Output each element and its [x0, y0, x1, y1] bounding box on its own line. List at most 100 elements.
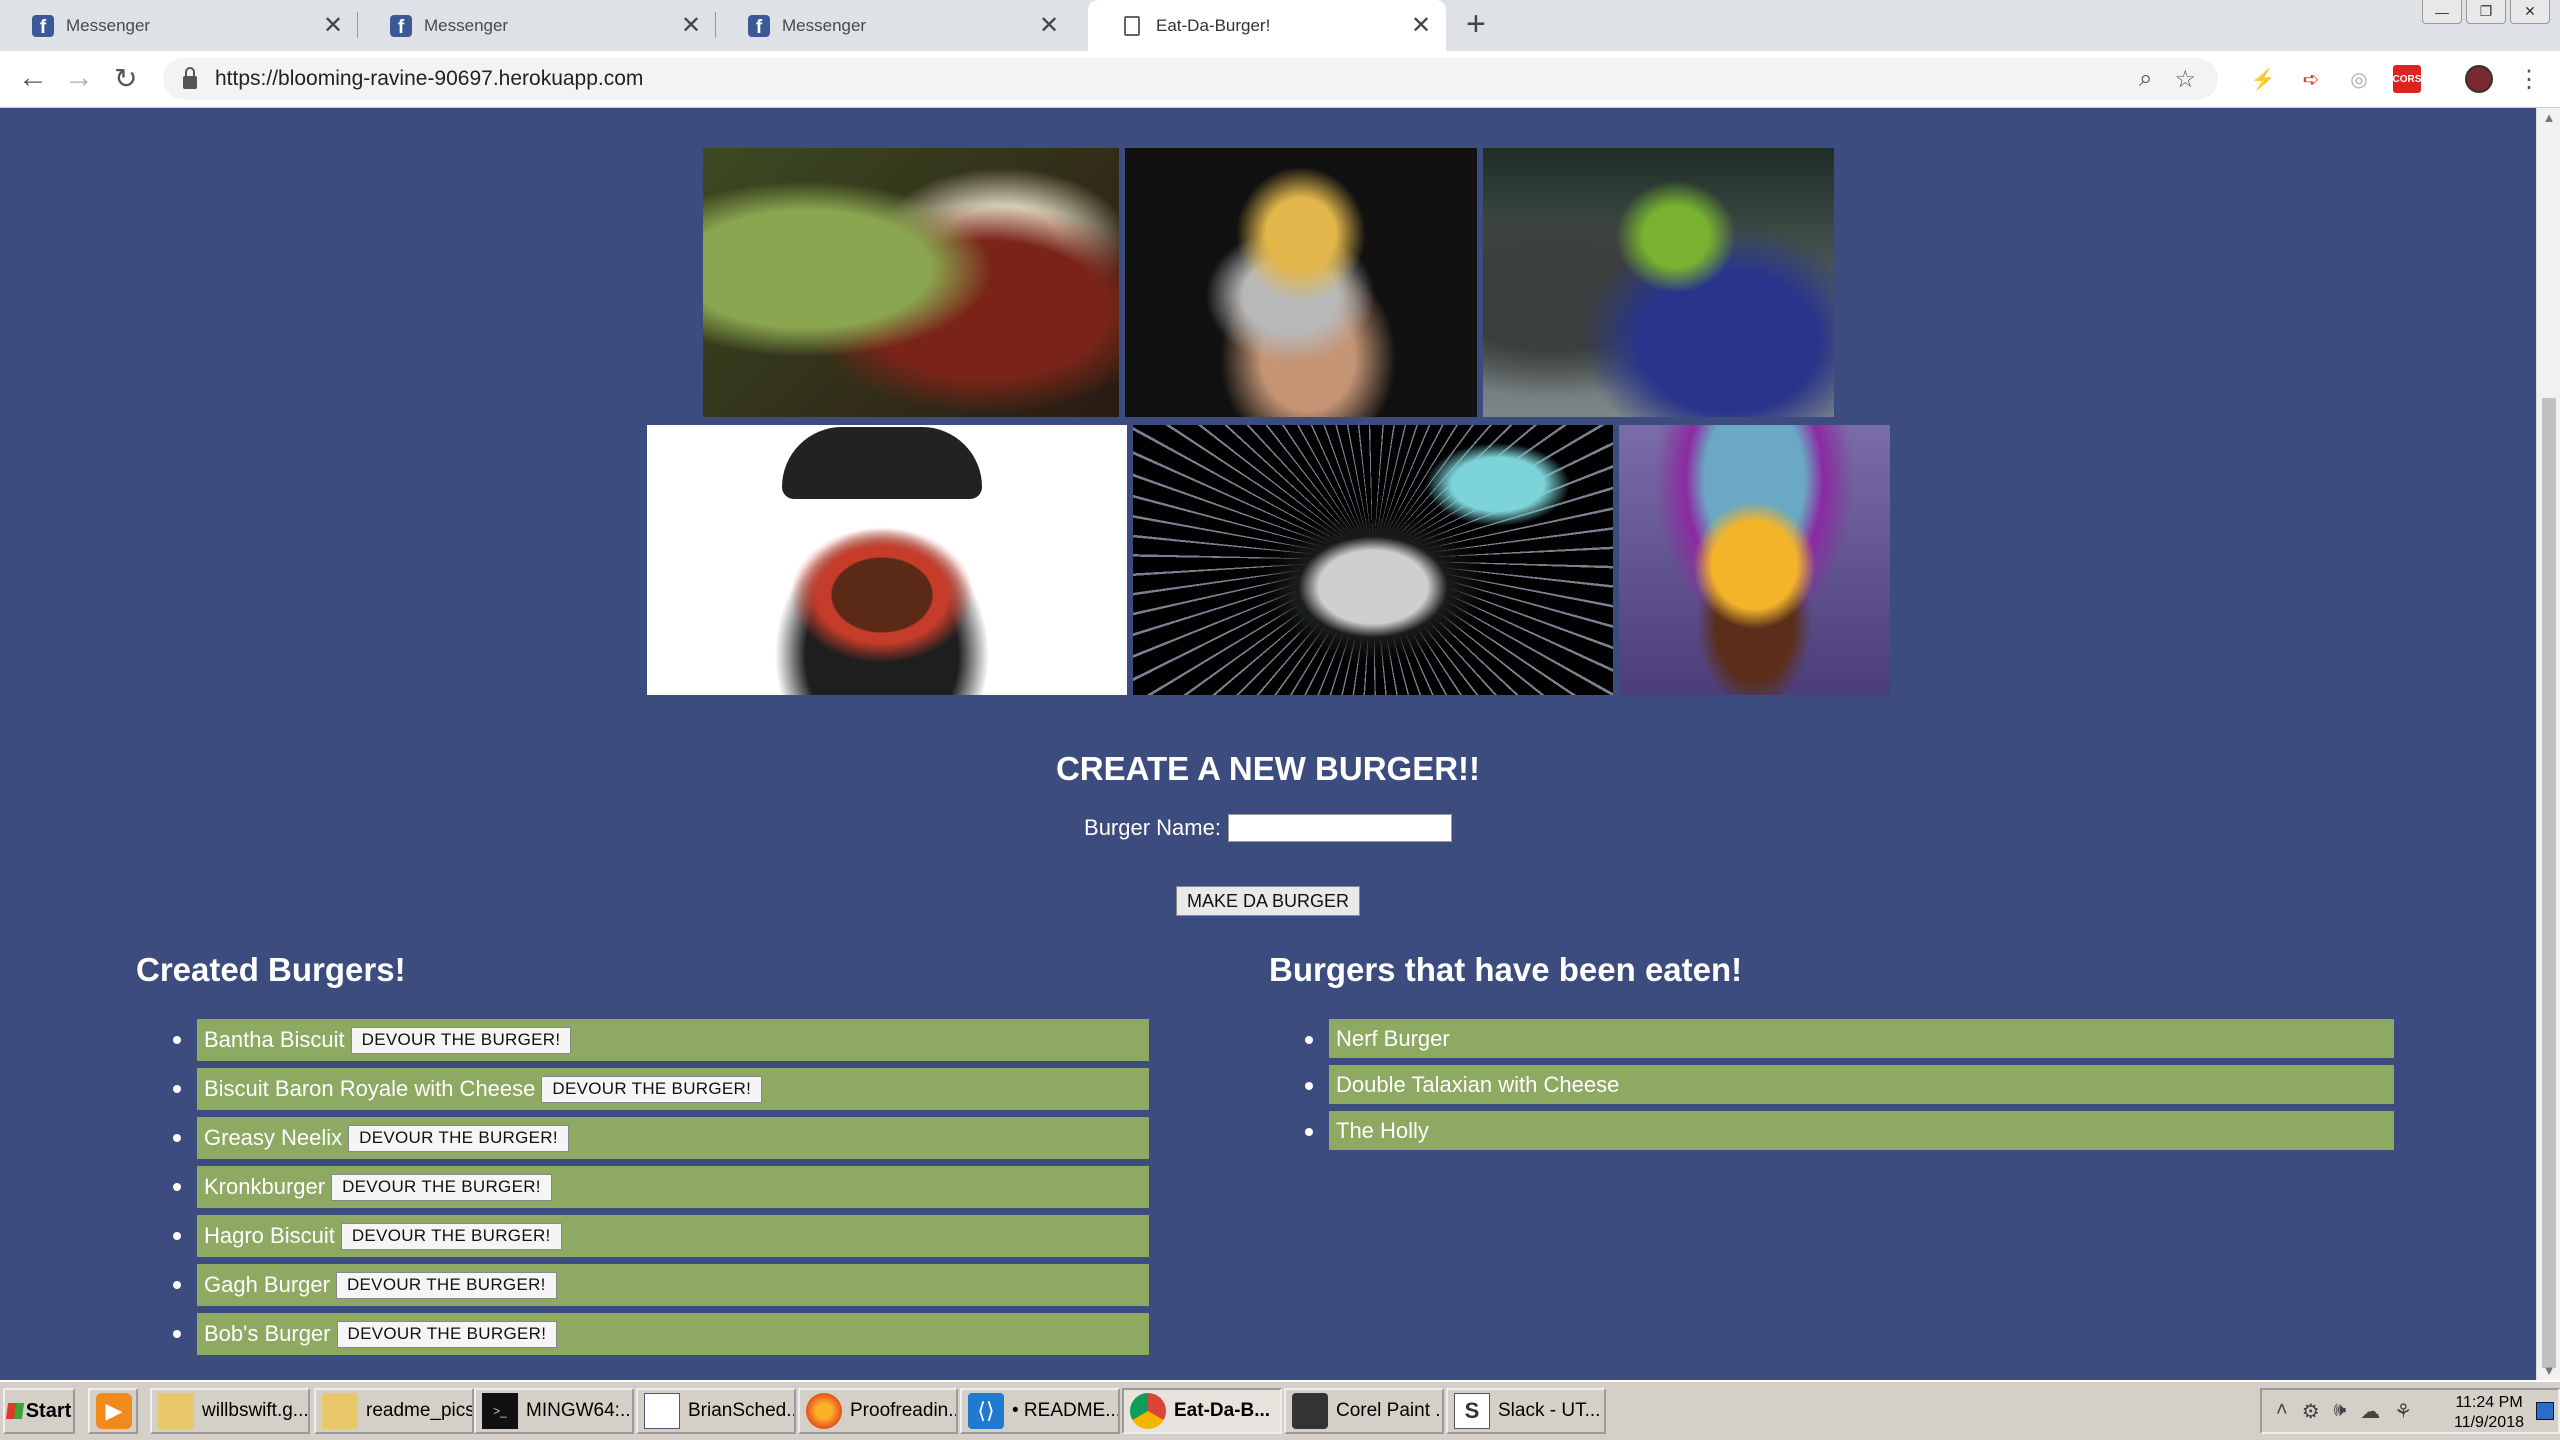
devour-button[interactable]: DEVOUR THE BURGER!	[350, 1026, 572, 1054]
taskbar-item-vscode[interactable]: ⟨⟩ • README...	[960, 1388, 1120, 1434]
scroll-down-icon[interactable]: ▼	[2537, 1363, 2560, 1378]
scrollbar-thumb[interactable]	[2542, 398, 2556, 1368]
page-content: CREATE A NEW BURGER!! Burger Name: MAKE …	[0, 108, 2536, 1380]
taskbar-label: Corel Paint ...	[1336, 1400, 1444, 1421]
lightning-icon[interactable]: ⚡	[2249, 65, 2277, 93]
close-icon[interactable]: ✕	[1034, 11, 1064, 40]
media-player-icon: ▶	[96, 1393, 132, 1429]
make-burger-button[interactable]: MAKE DA BURGER	[1176, 886, 1360, 916]
list-item: Kronkburger DEVOUR THE BURGER!	[173, 1166, 1149, 1208]
cloud-icon[interactable]: ☁	[2360, 1399, 2380, 1424]
taskbar-label: readme_pics	[366, 1400, 474, 1421]
burger-name: Hagro Biscuit	[204, 1223, 335, 1248]
taskbar-label: MINGW64:...	[526, 1400, 634, 1421]
reload-icon[interactable]: ↻	[114, 62, 137, 95]
document-icon	[1124, 15, 1140, 36]
back-icon[interactable]: ←	[18, 61, 48, 95]
taskbar-item-word[interactable]: BrianSched...	[636, 1388, 796, 1434]
url-text: https://blooming-ravine-90697.herokuapp.…	[215, 67, 644, 90]
burger-name: The Holly	[1336, 1117, 1429, 1143]
folder-icon	[158, 1393, 194, 1429]
clock-date: 11/9/2018	[2454, 1414, 2524, 1431]
tab-eat-da-burger[interactable]: Eat-Da-Burger! ✕	[1088, 0, 1446, 51]
close-icon[interactable]: ✕	[1406, 11, 1436, 40]
show-desktop-icon[interactable]	[2536, 1402, 2554, 1420]
burger-name: Greasy Neelix	[204, 1125, 343, 1150]
start-button[interactable]: Start	[3, 1388, 75, 1434]
taskbar-item-corel[interactable]: Corel Paint ...	[1284, 1388, 1444, 1434]
terminal-icon: >_	[482, 1393, 518, 1429]
burger-name-label: Burger Name:	[1084, 815, 1221, 840]
list-item: Bantha Biscuit DEVOUR THE BURGER!	[173, 1019, 1149, 1061]
scroll-up-icon[interactable]: ▲	[2537, 110, 2560, 125]
vscode-icon: ⟨⟩	[968, 1393, 1004, 1429]
corel-icon	[1292, 1393, 1328, 1429]
arrow-icon[interactable]: ➪	[2297, 65, 2325, 93]
zoom-icon[interactable]: ⌕	[2139, 65, 2152, 93]
taskbar-item-chrome[interactable]: Eat-Da-B...	[1122, 1388, 1282, 1434]
clock[interactable]: 11:24 PM 11/9/2018	[2454, 1393, 2524, 1433]
taskbar-item-firefox[interactable]: Proofreadin...	[798, 1388, 958, 1434]
folder-icon	[322, 1393, 358, 1429]
taskbar-label: • README...	[1012, 1400, 1120, 1421]
lock-icon	[183, 66, 197, 89]
burger-image-blue	[1483, 148, 1834, 417]
browser-toolbar: ← → ↻ https://blooming-ravine-90697.hero…	[0, 51, 2560, 108]
tab-messenger-3[interactable]: f Messenger ✕	[716, 0, 1074, 51]
burger-name: Double Talaxian with Cheese	[1336, 1071, 1620, 1097]
close-icon[interactable]: ✕	[676, 11, 706, 40]
new-tab-button[interactable]: +	[1466, 5, 1486, 44]
expand-tray-icon[interactable]: ˄	[2276, 1399, 2288, 1424]
slack-icon: S	[1454, 1393, 1490, 1429]
taskbar-item-media-player[interactable]: ▶	[88, 1388, 138, 1434]
forward-icon[interactable]: →	[64, 61, 94, 95]
close-icon[interactable]: ✕	[318, 11, 348, 40]
devour-button[interactable]: DEVOUR THE BURGER!	[336, 1320, 558, 1348]
devour-button[interactable]: DEVOUR THE BURGER!	[340, 1222, 562, 1250]
address-bar[interactable]: https://blooming-ravine-90697.herokuapp.…	[163, 58, 2218, 100]
created-burgers-title: Created Burgers!	[136, 951, 406, 988]
devour-button[interactable]: DEVOUR THE BURGER!	[331, 1173, 552, 1201]
list-item: Nerf Burger	[1305, 1019, 2394, 1058]
vertical-scrollbar[interactable]: ▲ ▼	[2536, 108, 2560, 1380]
firefox-icon	[806, 1393, 842, 1429]
burger-form: Burger Name:	[0, 814, 2536, 842]
taskbar-label: Eat-Da-B...	[1174, 1400, 1271, 1421]
volume-icon[interactable]: 🕪	[2334, 1399, 2347, 1424]
taskbar-item-terminal[interactable]: >_ MINGW64:...	[474, 1388, 634, 1434]
settings-icon[interactable]: ⚙	[2302, 1399, 2320, 1424]
list-item: Greasy Neelix DEVOUR THE BURGER!	[173, 1117, 1149, 1159]
minimize-button[interactable]: —	[2422, 0, 2462, 24]
word-document-icon	[644, 1393, 680, 1429]
taskbar-item-slack[interactable]: S Slack - UT...	[1446, 1388, 1606, 1434]
list-item: Hagro Biscuit DEVOUR THE BURGER!	[173, 1215, 1149, 1257]
devour-button[interactable]: DEVOUR THE BURGER!	[348, 1124, 569, 1152]
burger-name: Bob's Burger	[204, 1321, 331, 1346]
burger-image-plate	[1125, 148, 1477, 417]
profile-avatar[interactable]	[2465, 65, 2493, 93]
circle-icon[interactable]: ◎	[2345, 65, 2373, 93]
bookmark-star-icon[interactable]: ☆	[2174, 65, 2196, 94]
menu-icon[interactable]: ⋮	[2515, 65, 2543, 93]
start-label: Start	[25, 1399, 72, 1422]
network-icon[interactable]: ⚘	[2394, 1399, 2412, 1424]
facebook-icon: f	[748, 14, 770, 37]
devour-button[interactable]: DEVOUR THE BURGER!	[541, 1075, 763, 1103]
taskbar-item-folder-1[interactable]: willbswift.g...	[150, 1388, 310, 1434]
close-window-button[interactable]: ✕	[2510, 0, 2550, 24]
list-item: Double Talaxian with Cheese	[1305, 1065, 2394, 1104]
tab-messenger-1[interactable]: f Messenger ✕	[0, 0, 358, 51]
cors-icon[interactable]: CORS	[2393, 65, 2421, 93]
restore-button[interactable]: ❐	[2466, 0, 2506, 24]
taskbar: Start ▶ willbswift.g... readme_pics >_ M…	[0, 1380, 2560, 1440]
taskbar-item-folder-2[interactable]: readme_pics	[314, 1388, 474, 1434]
create-burger-title: CREATE A NEW BURGER!!	[1055, 750, 1481, 787]
devour-button[interactable]: DEVOUR THE BURGER!	[335, 1271, 557, 1299]
tab-messenger-2[interactable]: f Messenger ✕	[358, 0, 716, 51]
burger-name-input[interactable]	[1227, 814, 1452, 842]
taskbar-label: willbswift.g...	[202, 1400, 309, 1421]
burger-name: Nerf Burger	[1336, 1025, 1450, 1051]
list-item: Gagh Burger DEVOUR THE BURGER!	[173, 1264, 1149, 1306]
burger-name: Kronkburger	[204, 1174, 326, 1199]
list-item: Biscuit Baron Royale with Cheese DEVOUR T…	[173, 1068, 1149, 1110]
